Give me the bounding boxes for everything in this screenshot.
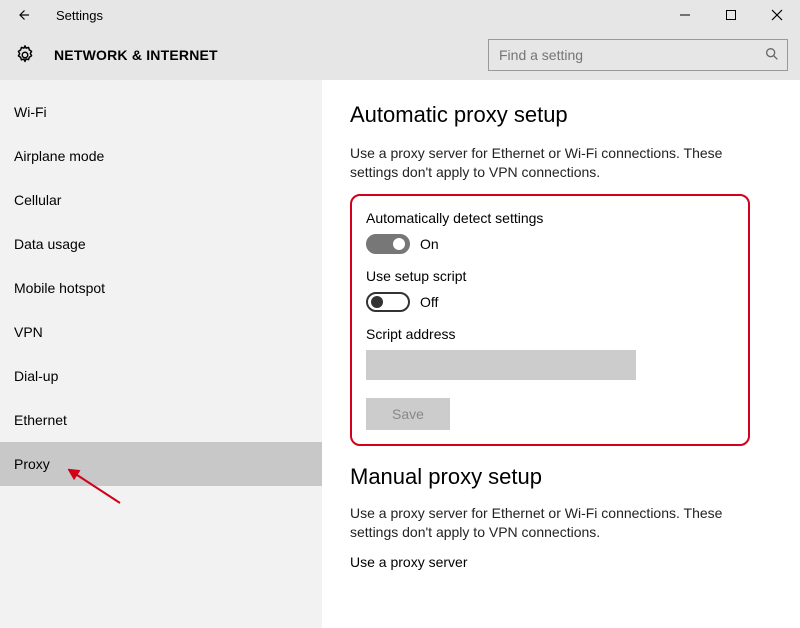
- sidebar-item-wifi[interactable]: Wi-Fi: [0, 90, 322, 134]
- sidebar-item-label: Ethernet: [14, 412, 67, 428]
- sidebar-item-label: Dial-up: [14, 368, 58, 384]
- section-desc-auto: Use a proxy server for Ethernet or Wi-Fi…: [350, 144, 750, 182]
- section-title-auto: Automatic proxy setup: [350, 102, 776, 128]
- sidebar: Wi-Fi Airplane mode Cellular Data usage …: [0, 80, 322, 628]
- sidebar-item-label: Proxy: [14, 456, 50, 472]
- minimize-icon: [679, 9, 691, 21]
- toggle-knob-icon: [371, 296, 383, 308]
- sidebar-item-dialup[interactable]: Dial-up: [0, 354, 322, 398]
- auto-proxy-group: Automatically detect settings On Use set…: [350, 194, 750, 446]
- setup-script-state: Off: [420, 294, 438, 310]
- toggle-knob-icon: [393, 238, 405, 250]
- maximize-button[interactable]: [708, 0, 754, 30]
- header: NETWORK & INTERNET: [0, 30, 800, 80]
- section-desc-manual: Use a proxy server for Ethernet or Wi-Fi…: [350, 504, 750, 542]
- main-panel: Automatic proxy setup Use a proxy server…: [322, 80, 800, 628]
- sidebar-item-label: Airplane mode: [14, 148, 104, 164]
- sidebar-item-ethernet[interactable]: Ethernet: [0, 398, 322, 442]
- back-arrow-icon: [14, 6, 32, 24]
- use-proxy-label: Use a proxy server: [350, 554, 776, 570]
- setup-script-toggle[interactable]: [366, 292, 410, 312]
- sidebar-item-label: Data usage: [14, 236, 86, 252]
- breadcrumb: NETWORK & INTERNET: [54, 47, 218, 63]
- sidebar-item-label: Mobile hotspot: [14, 280, 105, 296]
- sidebar-item-data-usage[interactable]: Data usage: [0, 222, 322, 266]
- sidebar-item-label: Cellular: [14, 192, 61, 208]
- script-address-label: Script address: [366, 326, 734, 342]
- sidebar-item-vpn[interactable]: VPN: [0, 310, 322, 354]
- back-button[interactable]: [8, 0, 38, 30]
- search-input[interactable]: [488, 39, 788, 71]
- auto-detect-toggle[interactable]: [366, 234, 410, 254]
- gear-icon: [12, 42, 38, 68]
- section-title-manual: Manual proxy setup: [350, 464, 776, 490]
- sidebar-item-label: Wi-Fi: [14, 104, 47, 120]
- close-icon: [771, 9, 783, 21]
- sidebar-item-label: VPN: [14, 324, 43, 340]
- setup-script-label: Use setup script: [366, 268, 734, 284]
- window-title: Settings: [56, 8, 103, 23]
- sidebar-item-proxy[interactable]: Proxy: [0, 442, 322, 486]
- sidebar-item-airplane[interactable]: Airplane mode: [0, 134, 322, 178]
- sidebar-item-hotspot[interactable]: Mobile hotspot: [0, 266, 322, 310]
- save-button[interactable]: Save: [366, 398, 450, 430]
- titlebar: Settings: [0, 0, 800, 30]
- minimize-button[interactable]: [662, 0, 708, 30]
- auto-detect-label: Automatically detect settings: [366, 210, 734, 226]
- close-button[interactable]: [754, 0, 800, 30]
- sidebar-item-cellular[interactable]: Cellular: [0, 178, 322, 222]
- auto-detect-state: On: [420, 236, 439, 252]
- script-address-input[interactable]: [366, 350, 636, 380]
- maximize-icon: [725, 9, 737, 21]
